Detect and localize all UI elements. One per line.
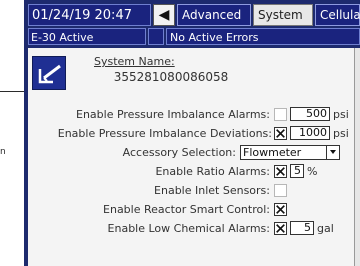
- system-name-label: System Name:: [94, 55, 175, 68]
- ratio-alarms-input[interactable]: 5: [290, 164, 304, 178]
- scrollbar-strip[interactable]: [354, 48, 360, 266]
- pressure-deviations-unit: psi: [333, 127, 349, 140]
- ratio-alarms-checkbox[interactable]: [274, 165, 287, 178]
- tab-cellular[interactable]: Cellular: [315, 4, 360, 26]
- pressure-alarms-checkbox[interactable]: [274, 108, 287, 121]
- reactor-smart-control-label: Enable Reactor Smart Control:: [103, 203, 270, 216]
- inlet-sensors-checkbox[interactable]: [274, 184, 287, 197]
- ratio-alarms-label: Enable Ratio Alarms:: [155, 165, 270, 178]
- ratio-alarms-unit: %: [307, 165, 318, 178]
- pressure-alarms-input[interactable]: 500: [290, 107, 330, 121]
- pressure-deviations-checkbox[interactable]: [274, 127, 287, 140]
- accessory-selection-label: Accessory Selection:: [122, 146, 236, 159]
- status-bar: E-30 Active No Active Errors: [24, 28, 360, 46]
- system-name-value[interactable]: 355281080086058: [94, 70, 248, 84]
- status-indicator: [148, 28, 164, 45]
- pressure-alarms-label: Enable Pressure Imbalance Alarms:: [76, 108, 270, 121]
- back-button[interactable]: ◀: [153, 4, 175, 26]
- mode-status: E-30 Active: [28, 28, 146, 45]
- pressure-deviations-label: Enable Pressure Imbalance Deviations:: [57, 127, 272, 140]
- error-status: No Active Errors: [166, 28, 360, 45]
- left-arrow-icon: ◀: [158, 7, 170, 23]
- accessory-select[interactable]: Flowmeter: [240, 145, 340, 160]
- callout-text: n: [0, 147, 6, 157]
- top-bar: 01/24/19 20:47 ◀ Advanced System Cellula…: [24, 4, 360, 28]
- reactor-smart-control-checkbox[interactable]: [274, 203, 287, 216]
- chevron-down-icon: [326, 146, 339, 159]
- pressure-deviations-input[interactable]: 1000: [290, 126, 330, 140]
- system-panel: System Name: 355281080086058 Enable Pres…: [28, 48, 354, 266]
- tab-advanced[interactable]: Advanced: [177, 4, 251, 26]
- hmi-screen: 01/24/19 20:47 ◀ Advanced System Cellula…: [24, 0, 360, 266]
- low-chemical-alarms-unit: gal: [317, 222, 334, 235]
- tab-system[interactable]: System: [253, 4, 313, 26]
- datetime-display: 01/24/19 20:47: [28, 4, 151, 26]
- accessory-select-value: Flowmeter: [243, 146, 302, 159]
- edit-icon[interactable]: [32, 56, 66, 90]
- low-chemical-alarms-label: Enable Low Chemical Alarms:: [107, 222, 270, 235]
- low-chemical-alarms-checkbox[interactable]: [274, 222, 287, 235]
- inlet-sensors-label: Enable Inlet Sensors:: [154, 184, 270, 197]
- low-chemical-alarms-input[interactable]: 5: [290, 221, 314, 235]
- pressure-alarms-unit: psi: [333, 108, 349, 121]
